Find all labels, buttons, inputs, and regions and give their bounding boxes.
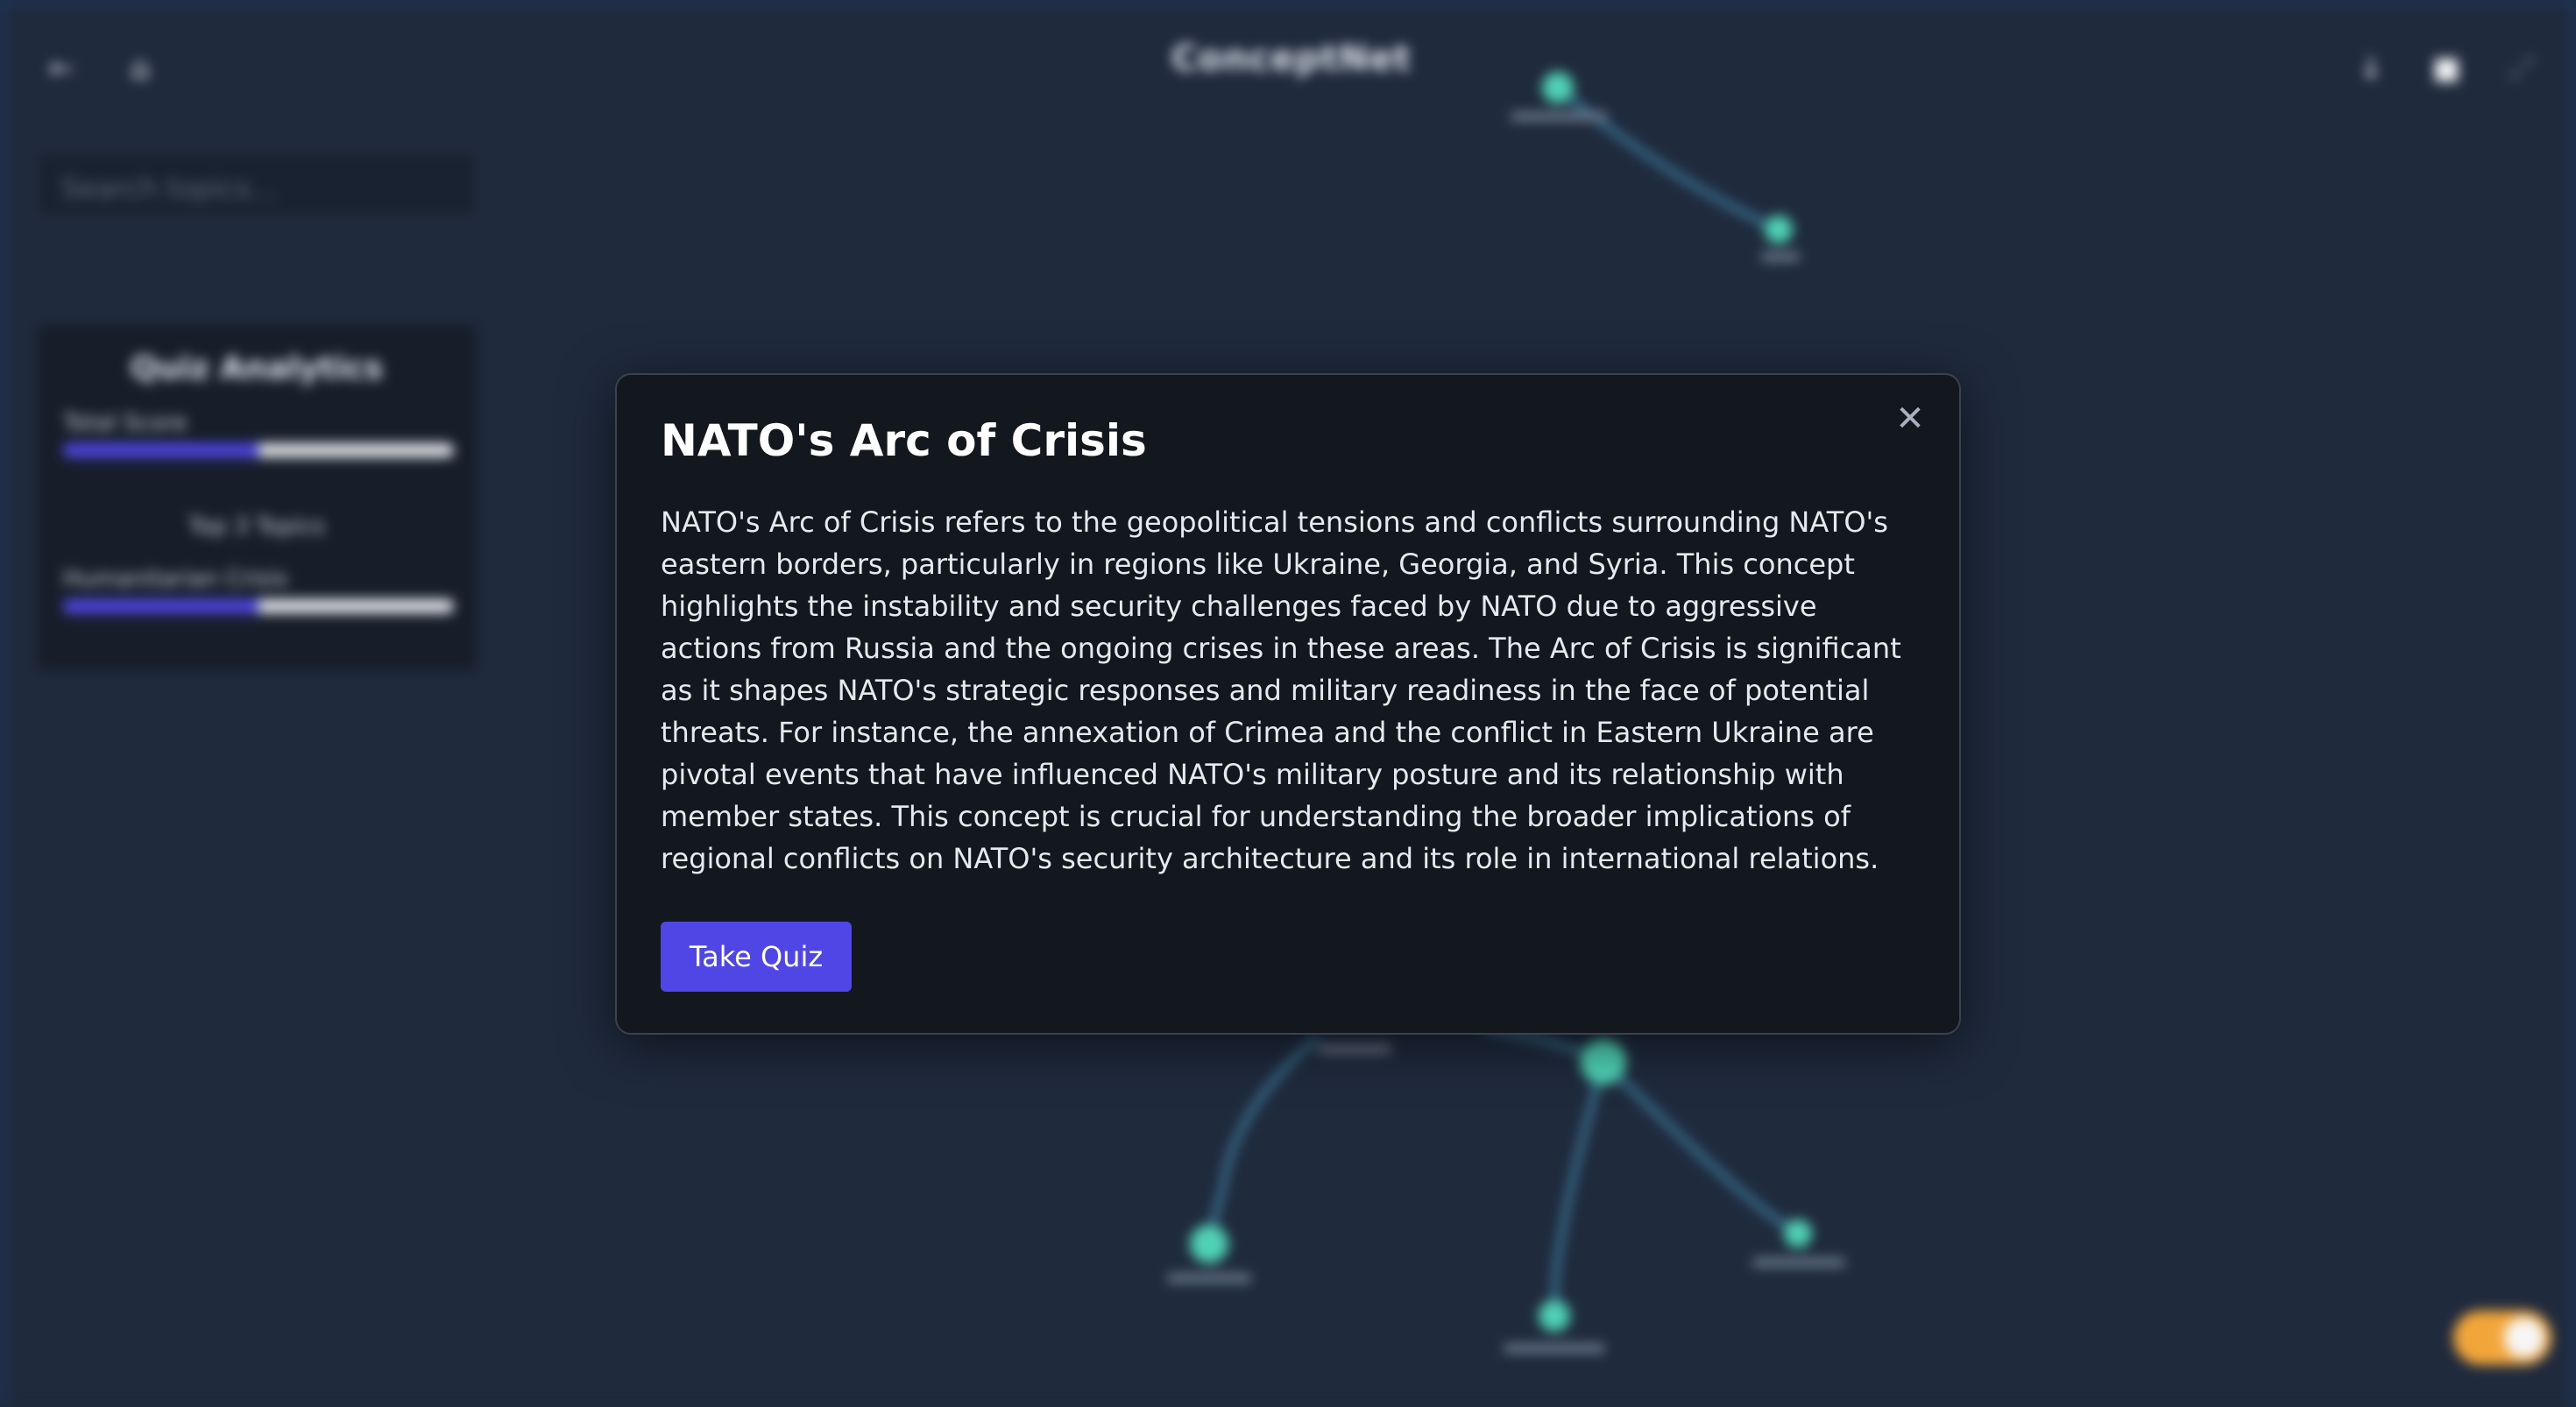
theme-toggle-knob <box>2504 1318 2544 1358</box>
graph-node[interactable] <box>1581 1039 1626 1085</box>
graph-node-label <box>1504 1344 1605 1353</box>
graph-node-label <box>1511 112 1607 121</box>
take-quiz-button[interactable]: Take Quiz <box>661 922 852 992</box>
graph-edge <box>1221 1035 1320 1187</box>
graph-node-label <box>1752 1258 1845 1267</box>
graph-node-label <box>1318 1044 1391 1053</box>
graph-node-label <box>1167 1274 1251 1283</box>
graph-edge <box>1601 1059 1773 1219</box>
graph-node[interactable] <box>1542 72 1574 103</box>
graph-node[interactable] <box>1784 1220 1812 1248</box>
modal-title: NATO's Arc of Crisis <box>661 415 1147 466</box>
modal-description: NATO's Arc of Crisis refers to the geopo… <box>661 506 1901 875</box>
graph-edge <box>1553 1061 1606 1273</box>
theme-toggle[interactable] <box>2453 1311 2551 1365</box>
concept-modal: ✕ NATO's Arc of Crisis NATO's Arc of Cri… <box>615 373 1961 1035</box>
close-icon[interactable]: ✕ <box>1891 399 1929 438</box>
graph-node[interactable] <box>1190 1225 1228 1263</box>
graph-edge <box>1556 85 1780 232</box>
graph-node[interactable] <box>1765 216 1793 244</box>
graph-node[interactable] <box>1539 1300 1570 1332</box>
graph-node-label <box>1761 252 1800 261</box>
